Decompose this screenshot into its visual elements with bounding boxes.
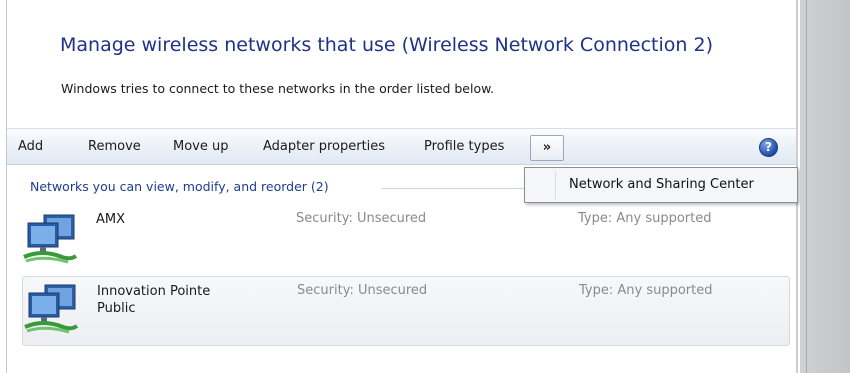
help-icon[interactable]: ? xyxy=(759,138,778,157)
background-panel xyxy=(800,0,850,373)
overflow-menu: Network and Sharing Center xyxy=(524,167,798,203)
toolbar: Add Remove Move up Adapter properties Pr… xyxy=(7,128,796,165)
group-header[interactable]: Networks you can view, modify, and reord… xyxy=(30,179,329,194)
network-name-line1: AMX xyxy=(96,212,126,227)
background-panel-edge xyxy=(806,0,807,373)
network-name: AMX xyxy=(96,211,125,228)
network-name-line1: Innovation Pointe xyxy=(97,284,211,299)
wireless-network-icon xyxy=(24,284,79,334)
group-header-divider xyxy=(382,188,524,189)
network-security: Security: Unsecured xyxy=(297,283,428,298)
page-subtitle: Windows tries to connect to these networ… xyxy=(61,81,495,96)
wireless-network-icon xyxy=(23,214,78,264)
network-name: Innovation Pointe Public xyxy=(97,283,210,317)
network-name-line2: Public xyxy=(97,301,136,316)
network-security: Security: Unsecured xyxy=(296,211,427,226)
page-title: Manage wireless networks that use (Wirel… xyxy=(60,34,713,56)
window-left-border xyxy=(6,0,7,373)
move-up-button[interactable]: Move up xyxy=(173,139,229,154)
network-type: Type: Any supported xyxy=(578,211,712,226)
network-list-item[interactable]: Innovation Pointe Public Security: Unsec… xyxy=(22,276,790,346)
toolbar-overflow-button[interactable]: » xyxy=(530,135,564,161)
network-type: Type: Any supported xyxy=(579,283,713,298)
menu-item-network-and-sharing-center[interactable]: Network and Sharing Center xyxy=(569,177,754,192)
menu-icon-column-separator xyxy=(555,171,556,199)
add-button[interactable]: Add xyxy=(18,139,43,154)
adapter-properties-button[interactable]: Adapter properties xyxy=(263,139,385,154)
profile-types-button[interactable]: Profile types xyxy=(424,139,504,154)
remove-button[interactable]: Remove xyxy=(88,139,141,154)
network-list-item[interactable]: AMX Security: Unsecured Type: Any suppor… xyxy=(22,205,790,275)
